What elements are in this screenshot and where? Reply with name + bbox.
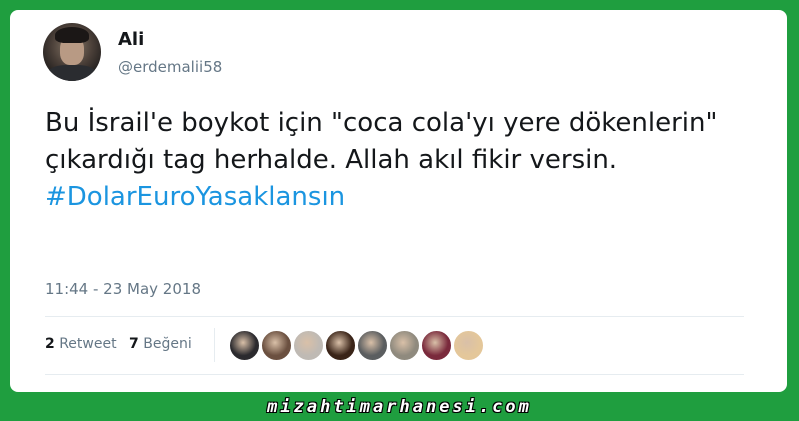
like-count: 7 [129, 336, 139, 352]
watermark-text: mizahtimarhanesi.com [267, 397, 532, 417]
tweet-body: Bu İsrail'e boykot için "coca cola'yı ye… [45, 108, 718, 175]
retweet-count: 2 [45, 336, 55, 352]
liker-avatar[interactable] [389, 330, 420, 361]
liker-avatar[interactable] [421, 330, 452, 361]
like-label: Beğeni [143, 336, 192, 352]
retweet-label: Retweet [59, 336, 117, 352]
divider [45, 374, 744, 375]
liker-avatar[interactable] [325, 330, 356, 361]
tweet-text: Bu İsrail'e boykot için "coca cola'yı ye… [45, 105, 765, 216]
divider [45, 316, 744, 317]
timestamp[interactable]: 11:44 - 23 May 2018 [45, 280, 201, 298]
avatar[interactable] [43, 23, 101, 81]
engagement-stats: 2 Retweet 7 Beğeni [45, 336, 200, 352]
liker-avatar[interactable] [293, 330, 324, 361]
hashtag-link[interactable]: #DolarEuroYasaklansın [45, 182, 345, 212]
stats-divider [214, 328, 215, 362]
retweet-stat[interactable]: 2 Retweet [45, 336, 117, 352]
liker-avatar[interactable] [229, 330, 260, 361]
liker-avatar[interactable] [453, 330, 484, 361]
liker-avatar[interactable] [261, 330, 292, 361]
handle[interactable]: @erdemalii58 [118, 58, 222, 76]
like-stat[interactable]: 7 Beğeni [129, 336, 192, 352]
display-name[interactable]: Ali [118, 29, 144, 50]
watermark-bar: mizahtimarhanesi.com [0, 394, 799, 421]
liker-avatar[interactable] [357, 330, 388, 361]
tweet-card: Ali @erdemalii58 Bu İsrail'e boykot için… [10, 10, 787, 392]
